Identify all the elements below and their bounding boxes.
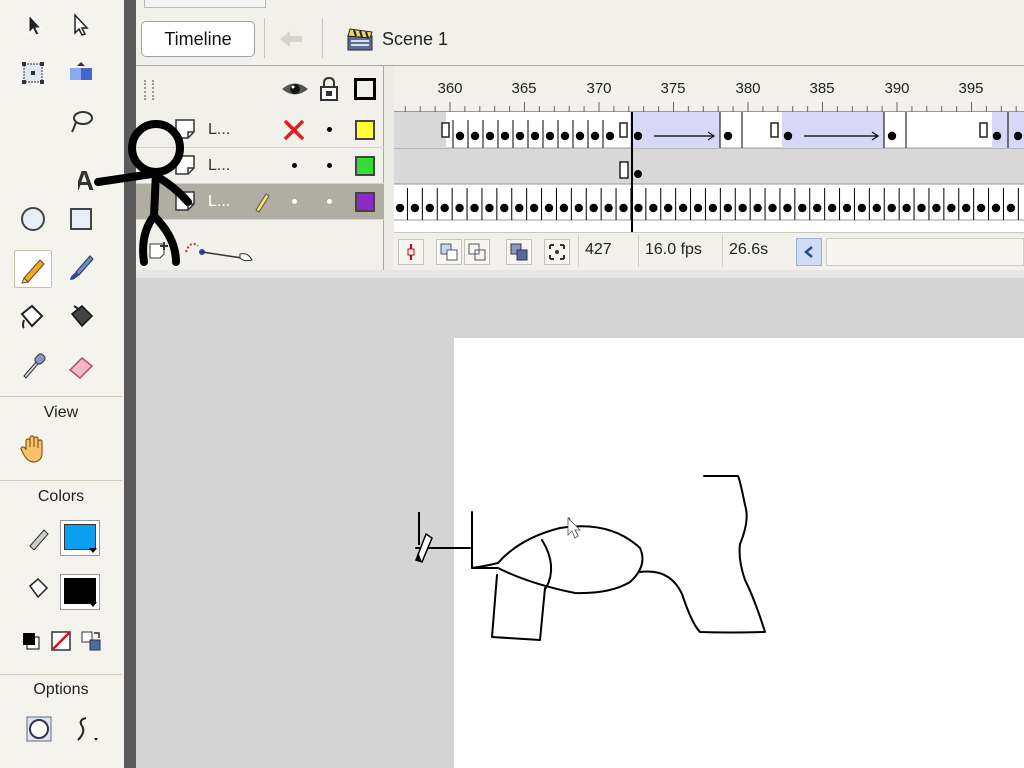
stickman-watermark-icon: A <box>78 120 192 266</box>
arrow-cursor-icon <box>567 517 581 539</box>
pencil-cursor-icon <box>415 512 433 563</box>
stroke-line <box>541 539 553 589</box>
stroke-curve <box>639 475 766 634</box>
pencil-strokes <box>415 475 766 641</box>
stroke-body <box>471 525 644 595</box>
stickman-letter: A <box>78 165 94 196</box>
stroke-leg <box>491 574 546 641</box>
